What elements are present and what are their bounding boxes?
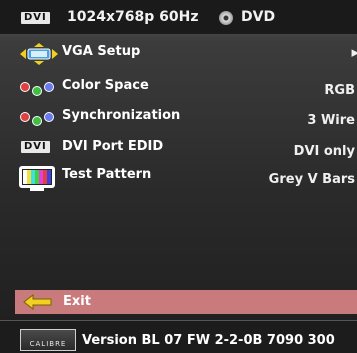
status-header: DVI 1024x768p 60Hz DVD: [0, 0, 357, 35]
menu-item-value: DVI only: [293, 144, 355, 159]
exit-button[interactable]: Exit: [15, 290, 357, 314]
resolution-text: 1024x768p 60Hz: [67, 9, 199, 25]
menu-item-label: Color Space: [62, 78, 149, 93]
version-footer: CALIBRE Version BL 07 FW 2-2-0B 7090 300: [0, 320, 357, 353]
menu-item-value: 3 Wire: [307, 113, 355, 128]
calibre-logo: CALIBRE: [20, 329, 76, 351]
test-pattern-icon: [19, 166, 55, 191]
menu-item-label: Test Pattern: [62, 167, 152, 182]
menu-item-label: VGA Setup: [62, 44, 141, 59]
menu-item-vga-setup[interactable]: VGA Setup ▸: [0, 40, 357, 68]
dvi-badge-icon: DVI: [21, 141, 50, 153]
menu-item-label: DVI Port EDID: [62, 139, 164, 154]
color-dots-icon: [20, 82, 60, 96]
submenu-arrow-icon: ▸: [351, 43, 357, 61]
dvi-badge: DVI: [21, 12, 50, 24]
disc-icon: [219, 11, 233, 25]
menu-item-value: RGB: [324, 83, 355, 98]
version-text: Version BL 07 FW 2-2-0B 7090 300: [82, 333, 335, 348]
menu-item-dvi-port-edid[interactable]: DVI DVI Port EDID DVI only: [0, 135, 357, 163]
exit-label: Exit: [63, 294, 91, 309]
color-dots-icon: [20, 112, 60, 126]
menu-item-synchronization[interactable]: Synchronization 3 Wire: [0, 104, 357, 132]
menu-item-test-pattern[interactable]: Test Pattern Grey V Bars: [0, 163, 357, 191]
arrow-left-icon: [23, 294, 52, 310]
source-text: DVD: [241, 9, 276, 25]
menu-item-label: Synchronization: [62, 108, 181, 123]
menu-item-value: Grey V Bars: [268, 172, 355, 187]
menu-item-color-space[interactable]: Color Space RGB: [0, 74, 357, 102]
vga-icon: [20, 43, 58, 65]
